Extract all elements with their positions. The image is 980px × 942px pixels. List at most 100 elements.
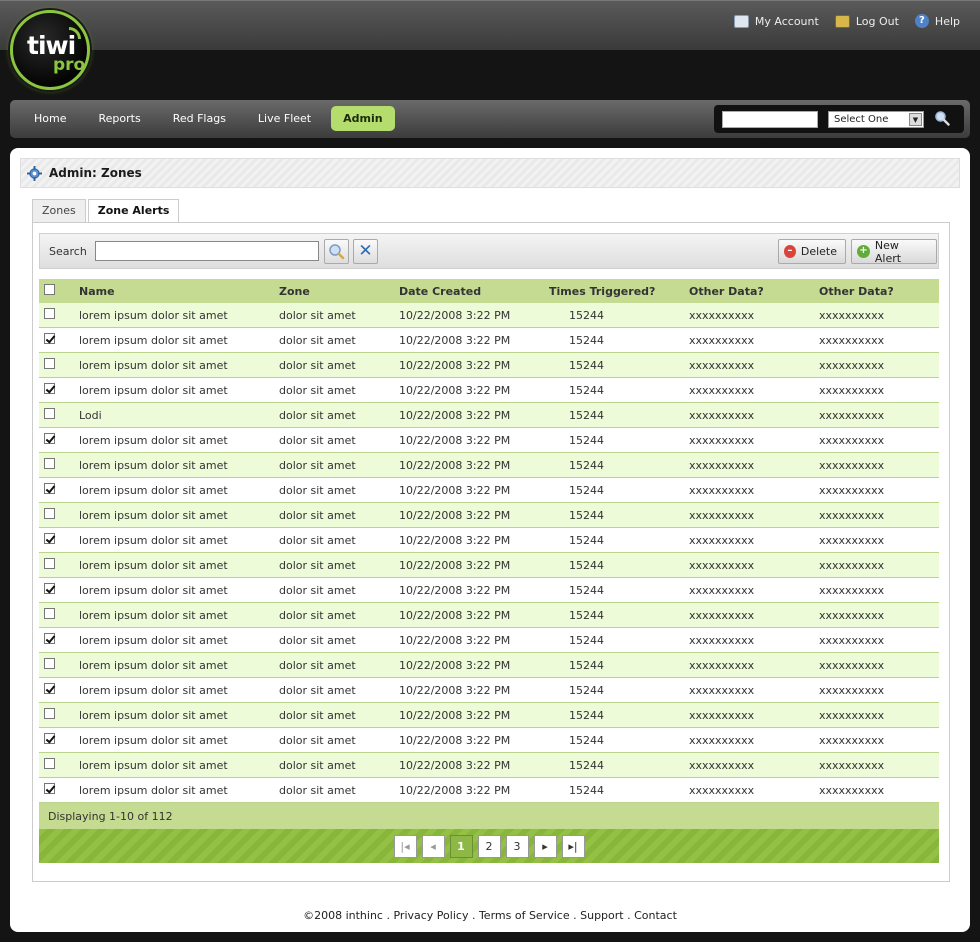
row-checkbox[interactable] [44, 583, 55, 594]
tab-zone-alerts[interactable]: Zone Alerts [87, 199, 180, 224]
cell-other-data-2: xxxxxxxxxx [819, 683, 885, 697]
row-checkbox[interactable] [44, 783, 55, 794]
table-row[interactable]: lorem ipsum dolor sit amet dolor sit amet… [39, 678, 939, 703]
page-2-button[interactable]: 2 [477, 834, 501, 858]
col-date-created[interactable]: Date Created [399, 285, 549, 298]
cell-other-data-1: xxxxxxxxxx [689, 733, 755, 747]
col-zone[interactable]: Zone [279, 285, 399, 298]
nav-reports[interactable]: Reports [86, 106, 152, 131]
cell-zone: dolor sit amet [279, 483, 356, 497]
table-row[interactable]: lorem ipsum dolor sit amet dolor sit amet… [39, 428, 939, 453]
logo-word-pro: pro [53, 55, 86, 75]
terms-link[interactable]: Terms of Service [479, 909, 570, 922]
help-link[interactable]: ? Help [914, 14, 960, 28]
tiwi-pro-logo[interactable]: tiwi pro [10, 10, 90, 90]
col-other-data-1[interactable]: Other Data? [689, 285, 819, 298]
signal-icon [69, 27, 81, 39]
nav-live-fleet[interactable]: Live Fleet [246, 106, 323, 131]
cell-name: lorem ipsum dolor sit amet [79, 758, 228, 772]
nav-search-input[interactable] [722, 111, 818, 128]
table-row[interactable]: lorem ipsum dolor sit amet dolor sit amet… [39, 553, 939, 578]
cell-times-triggered: 15244 [569, 408, 604, 422]
table-row[interactable]: lorem ipsum dolor sit amet dolor sit amet… [39, 603, 939, 628]
table-row[interactable]: lorem ipsum dolor sit amet dolor sit amet… [39, 353, 939, 378]
contact-link[interactable]: Contact [634, 909, 677, 922]
table-row[interactable]: lorem ipsum dolor sit amet dolor sit amet… [39, 528, 939, 553]
row-checkbox[interactable] [44, 458, 55, 469]
cell-other-data-2: xxxxxxxxxx [819, 758, 885, 772]
table-row[interactable]: lorem ipsum dolor sit amet dolor sit amet… [39, 478, 939, 503]
table-row[interactable]: lorem ipsum dolor sit amet dolor sit amet… [39, 728, 939, 753]
last-page-button[interactable]: ▸| [561, 834, 585, 858]
cell-date-created: 10/22/2008 3:22 PM [399, 633, 511, 647]
table-row[interactable]: Lodi dolor sit amet 10/22/2008 3:22 PM 1524… [39, 403, 939, 428]
tab-zones[interactable]: Zones [32, 199, 86, 223]
search-button[interactable] [324, 239, 349, 264]
nav-red-flags[interactable]: Red Flags [161, 106, 238, 131]
cell-other-data-2: xxxxxxxxxx [819, 308, 885, 322]
my-account-link[interactable]: My Account [733, 14, 819, 28]
cell-zone: dolor sit amet [279, 558, 356, 572]
table-row[interactable]: lorem ipsum dolor sit amet dolor sit amet… [39, 653, 939, 678]
select-all-checkbox[interactable] [44, 284, 55, 295]
prev-page-button[interactable]: ◂ [421, 834, 445, 858]
row-checkbox[interactable] [44, 358, 55, 369]
alerts-table: Name Zone Date Created Times Triggered? … [39, 279, 939, 863]
table-row[interactable]: lorem ipsum dolor sit amet dolor sit amet… [39, 703, 939, 728]
cell-times-triggered: 15244 [569, 758, 604, 772]
delete-button[interactable]: – Delete [778, 239, 846, 264]
col-times-triggered[interactable]: Times Triggered? [549, 285, 689, 298]
new-alert-button[interactable]: + New Alert [851, 238, 937, 265]
row-checkbox[interactable] [44, 558, 55, 569]
table-row[interactable]: lorem ipsum dolor sit amet dolor sit amet… [39, 753, 939, 778]
log-out-link[interactable]: Log Out [834, 14, 899, 28]
table-row[interactable]: lorem ipsum dolor sit amet dolor sit amet… [39, 778, 939, 803]
page-1-button[interactable]: 1 [449, 834, 473, 858]
row-checkbox[interactable] [44, 633, 55, 644]
row-checkbox[interactable] [44, 408, 55, 419]
table-row[interactable]: lorem ipsum dolor sit amet dolor sit amet… [39, 328, 939, 353]
row-checkbox[interactable] [44, 533, 55, 544]
support-link[interactable]: Support [580, 909, 623, 922]
search-input[interactable] [95, 241, 319, 261]
row-checkbox[interactable] [44, 333, 55, 344]
next-page-button[interactable]: ▸ [533, 834, 557, 858]
row-checkbox[interactable] [44, 508, 55, 519]
row-checkbox[interactable] [44, 733, 55, 744]
search-label: Search [49, 245, 87, 258]
row-checkbox[interactable] [44, 658, 55, 669]
page-3-button[interactable]: 3 [505, 834, 529, 858]
row-checkbox[interactable] [44, 433, 55, 444]
search-icon[interactable] [934, 110, 950, 126]
nav-admin[interactable]: Admin [331, 106, 395, 131]
row-checkbox[interactable] [44, 308, 55, 319]
nav-home[interactable]: Home [22, 106, 78, 131]
row-checkbox[interactable] [44, 383, 55, 394]
first-page-button[interactable]: |◂ [393, 834, 417, 858]
row-checkbox[interactable] [44, 708, 55, 719]
table-row[interactable]: lorem ipsum dolor sit amet dolor sit amet… [39, 628, 939, 653]
cell-name: lorem ipsum dolor sit amet [79, 608, 228, 622]
footer-sep: . [569, 909, 581, 922]
nav-search-select[interactable]: Select One ▼ [828, 111, 924, 128]
new-alert-label: New Alert [874, 238, 902, 265]
row-checkbox[interactable] [44, 683, 55, 694]
cell-other-data-1: xxxxxxxxxx [689, 708, 755, 722]
col-name[interactable]: Name [79, 285, 279, 298]
row-checkbox[interactable] [44, 608, 55, 619]
cell-name: lorem ipsum dolor sit amet [79, 458, 228, 472]
row-checkbox[interactable] [44, 758, 55, 769]
table-row[interactable]: lorem ipsum dolor sit amet dolor sit amet… [39, 503, 939, 528]
table-row[interactable]: lorem ipsum dolor sit amet dolor sit amet… [39, 303, 939, 328]
table-row[interactable]: lorem ipsum dolor sit amet dolor sit amet… [39, 578, 939, 603]
row-checkbox-cell [39, 433, 79, 447]
privacy-policy-link[interactable]: Privacy Policy [393, 909, 468, 922]
cell-zone: dolor sit amet [279, 608, 356, 622]
table-row[interactable]: lorem ipsum dolor sit amet dolor sit amet… [39, 378, 939, 403]
col-other-data-2[interactable]: Other Data? [819, 285, 939, 298]
tab-content: Search ✕ – Delete + New Alert Name Zone … [32, 222, 950, 882]
top-links: My Account Log Out ? Help [733, 14, 960, 28]
clear-search-button[interactable]: ✕ [353, 239, 378, 264]
table-row[interactable]: lorem ipsum dolor sit amet dolor sit amet… [39, 453, 939, 478]
row-checkbox[interactable] [44, 483, 55, 494]
